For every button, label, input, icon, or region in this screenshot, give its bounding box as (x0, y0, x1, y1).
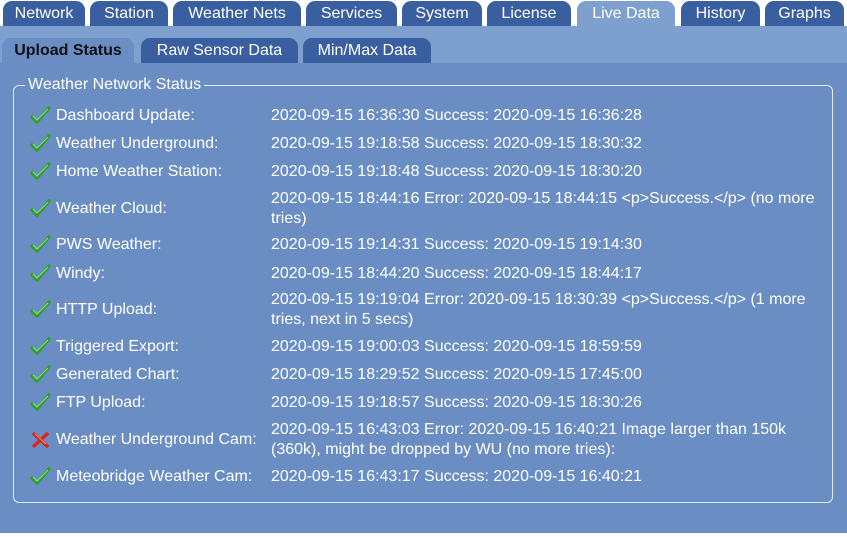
row-name: Weather Underground: (56, 135, 219, 152)
row-status: 2020-09-15 19:00:03 Success: 2020-09-15 … (271, 338, 642, 355)
row-name: Weather Cloud: (56, 200, 167, 217)
check-icon (30, 337, 52, 357)
check-icon (30, 134, 52, 154)
bottom-border (0, 533, 847, 537)
row-status: 2020-09-15 18:29:52 Success: 2020-09-15 … (271, 366, 642, 383)
row-name: FTP Upload: (56, 394, 146, 411)
main-panel: Weather Network Status Dashboard Update:… (0, 63, 847, 533)
tab-network[interactable]: Network (3, 1, 85, 26)
sub-tab-bar: Upload Status Raw Sensor Data Min/Max Da… (0, 26, 847, 63)
check-icon (30, 235, 52, 255)
cross-icon (30, 430, 52, 450)
row-status: 2020-09-15 19:18:48 Success: 2020-09-15 … (271, 163, 642, 180)
row-name: Windy: (56, 265, 105, 282)
tab-station[interactable]: Station (90, 1, 168, 26)
check-icon (30, 365, 52, 385)
row-status: 2020-09-15 19:19:04 Error: 2020-09-15 18… (271, 291, 806, 328)
row-name: Triggered Export: (56, 338, 180, 355)
tab-upload-status[interactable]: Upload Status (2, 38, 134, 63)
tab-weather-nets[interactable]: Weather Nets (173, 1, 301, 26)
row-status: 2020-09-15 16:43:17 Success: 2020-09-15 … (271, 468, 642, 485)
row-name: Home Weather Station: (56, 163, 223, 180)
tab-system[interactable]: System (402, 1, 482, 26)
row-name: Weather Underground Cam: (56, 431, 257, 448)
main-tab-bar: Network Station Weather Nets Services Sy… (0, 0, 847, 26)
row-status: 2020-09-15 18:44:20 Success: 2020-09-15 … (271, 265, 642, 282)
check-icon (30, 300, 52, 320)
tab-live-data[interactable]: Live Data (577, 1, 675, 26)
row-name: Dashboard Update: (56, 107, 195, 124)
row-name: PWS Weather: (56, 236, 162, 253)
row-status: 2020-09-15 16:36:30 Success: 2020-09-15 … (271, 107, 642, 124)
tab-services[interactable]: Services (306, 1, 397, 26)
row-name: Meteobridge Weather Cam: (56, 468, 253, 485)
row-status: 2020-09-15 19:18:58 Success: 2020-09-15 … (271, 135, 642, 152)
row-name: Generated Chart: (56, 366, 180, 383)
check-icon (30, 393, 52, 413)
tab-min-max-data[interactable]: Min/Max Data (303, 38, 431, 63)
tab-raw-sensor-data[interactable]: Raw Sensor Data (141, 38, 298, 63)
tab-history[interactable]: History (681, 1, 760, 26)
group-legend: Weather Network Status (25, 76, 205, 94)
check-icon (30, 162, 52, 182)
check-icon (30, 199, 52, 219)
tab-license[interactable]: License (487, 1, 571, 26)
row-status: 2020-09-15 16:43:03 Error: 2020-09-15 16… (271, 421, 787, 458)
check-icon (30, 467, 52, 487)
row-name: HTTP Upload: (56, 301, 158, 318)
tab-graphs[interactable]: Graphs (765, 1, 844, 26)
row-status: 2020-09-15 19:18:57 Success: 2020-09-15 … (271, 394, 642, 411)
row-status: 2020-09-15 19:14:31 Success: 2020-09-15 … (271, 236, 642, 253)
row-status: 2020-09-15 18:44:16 Error: 2020-09-15 18… (271, 190, 815, 227)
check-icon (30, 106, 52, 126)
check-icon (30, 264, 52, 284)
weather-network-status-group: Weather Network Status Dashboard Update:… (13, 76, 833, 503)
